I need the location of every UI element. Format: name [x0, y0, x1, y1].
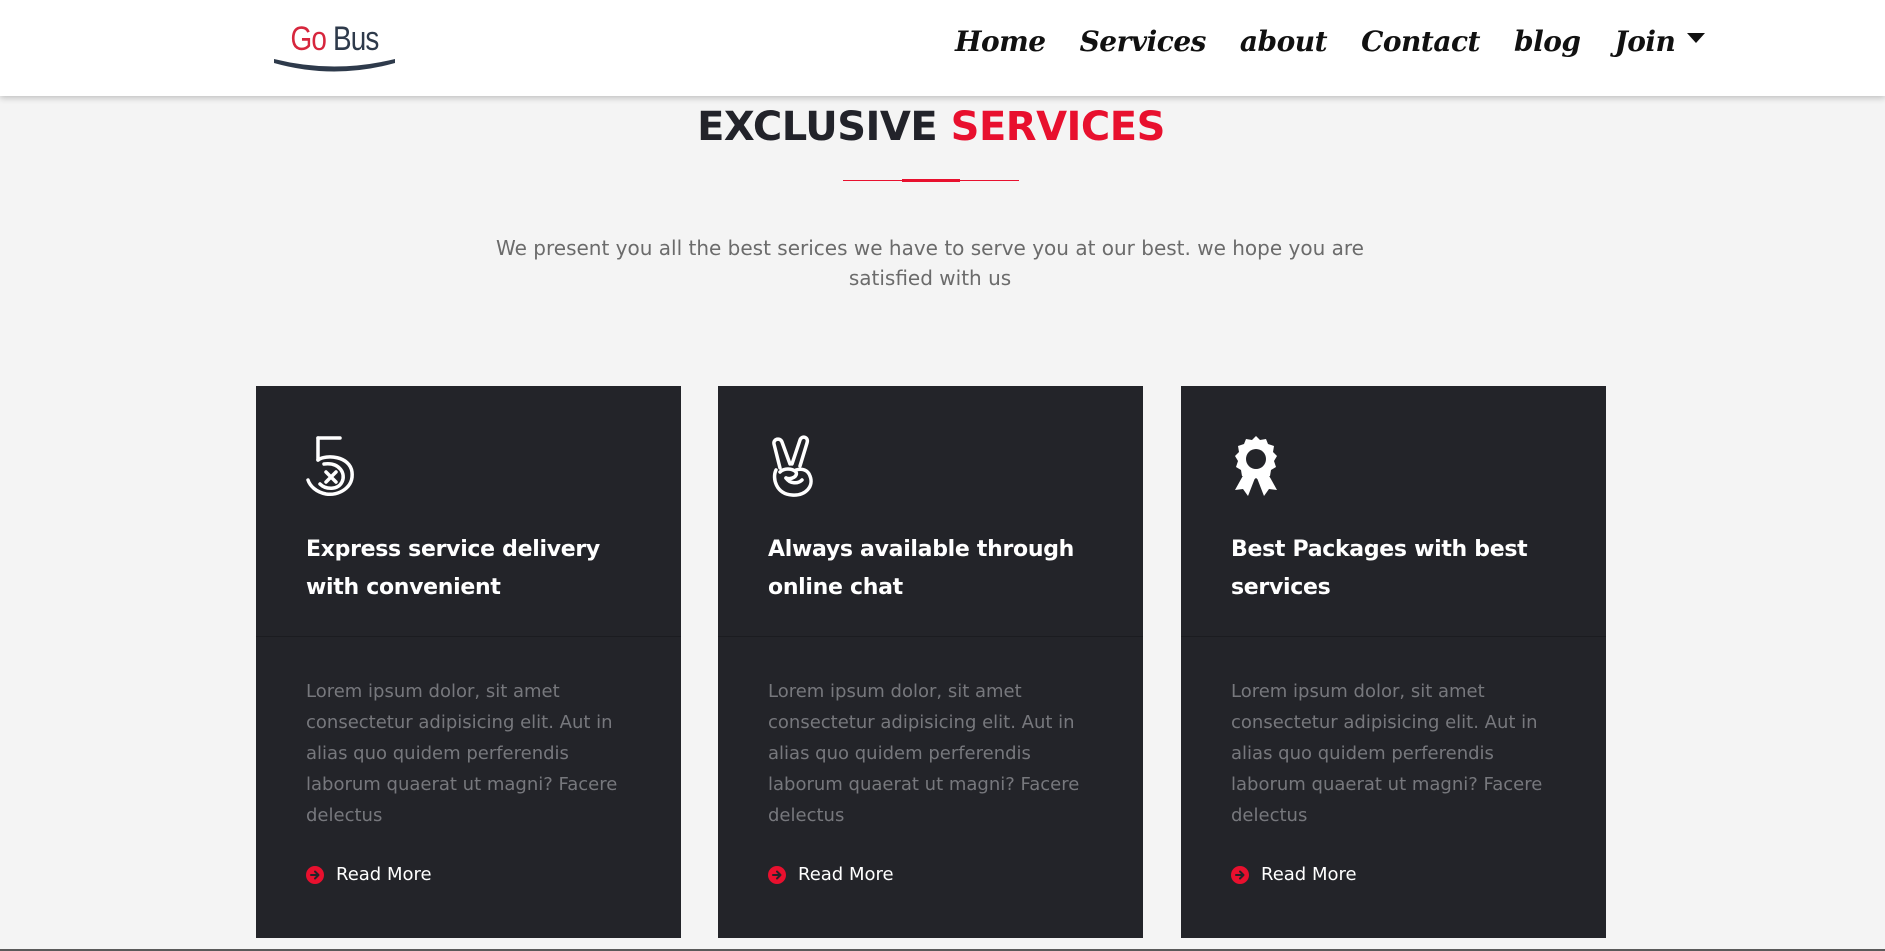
card-title: Best Packages with best services	[1231, 537, 1528, 600]
nav-home[interactable]: Home	[955, 18, 1046, 66]
nav-join-label: Join	[1614, 25, 1676, 58]
section-title-dark: EXCLUSIVE	[697, 104, 938, 150]
nav-blog[interactable]: blog	[1514, 18, 1581, 66]
site-header: Go Bus Home Services about Contact blog …	[0, 0, 1885, 96]
logo-go: Go	[290, 20, 327, 58]
card-title: Express service delivery with convenient	[306, 537, 600, 600]
arrow-circle-right-icon	[1231, 866, 1249, 884]
award-ribbon-icon	[1235, 436, 1277, 496]
section-title-red: SERVICES	[950, 104, 1166, 150]
section-intro: We present you all the best serices we h…	[496, 236, 1364, 290]
read-more-link[interactable]: Read More	[306, 864, 432, 886]
service-card: Always available through online chat Lor…	[718, 386, 1143, 938]
read-more-label: Read More	[798, 864, 894, 885]
card-header: Best Packages with best services	[1181, 386, 1606, 637]
card-text: Lorem ipsum dolor, sit amet consectetur …	[306, 681, 618, 826]
logo-bus: Bus	[332, 20, 379, 58]
read-more-link[interactable]: Read More	[768, 864, 894, 886]
peace-hand-icon	[772, 435, 813, 497]
logo-text: Go Bus	[283, 22, 386, 56]
card-text: Lorem ipsum dolor, sit amet consectetur …	[768, 681, 1080, 826]
arrow-circle-right-icon	[306, 866, 324, 884]
nav-about[interactable]: about	[1240, 18, 1328, 66]
read-more-link[interactable]: Read More	[1231, 864, 1357, 886]
five-hand-icon	[306, 436, 354, 497]
service-card: Express service delivery with convenient…	[256, 386, 681, 938]
nav-services[interactable]: Services	[1080, 18, 1207, 66]
section-title: EXCLUSIVE SERVICES	[0, 101, 1862, 153]
read-more-label: Read More	[336, 864, 432, 885]
card-text: Lorem ipsum dolor, sit amet consectetur …	[1231, 681, 1543, 826]
main-nav: Home Services about Contact blog Join	[955, 18, 1706, 66]
logo[interactable]: Go Bus	[272, 18, 397, 72]
service-card: Best Packages with best services Lorem i…	[1181, 386, 1606, 938]
read-more-label: Read More	[1261, 864, 1357, 885]
card-title: Always available through online chat	[768, 537, 1074, 600]
caret-down-icon	[1687, 33, 1706, 43]
title-divider	[843, 179, 1019, 183]
nav-join-dropdown[interactable]: Join	[1614, 18, 1706, 66]
card-header: Always available through online chat	[718, 386, 1143, 637]
logo-swoosh-icon	[274, 59, 395, 72]
nav-contact[interactable]: Contact	[1361, 18, 1480, 66]
card-header: Express service delivery with convenient	[256, 386, 681, 637]
arrow-circle-right-icon	[768, 866, 786, 884]
